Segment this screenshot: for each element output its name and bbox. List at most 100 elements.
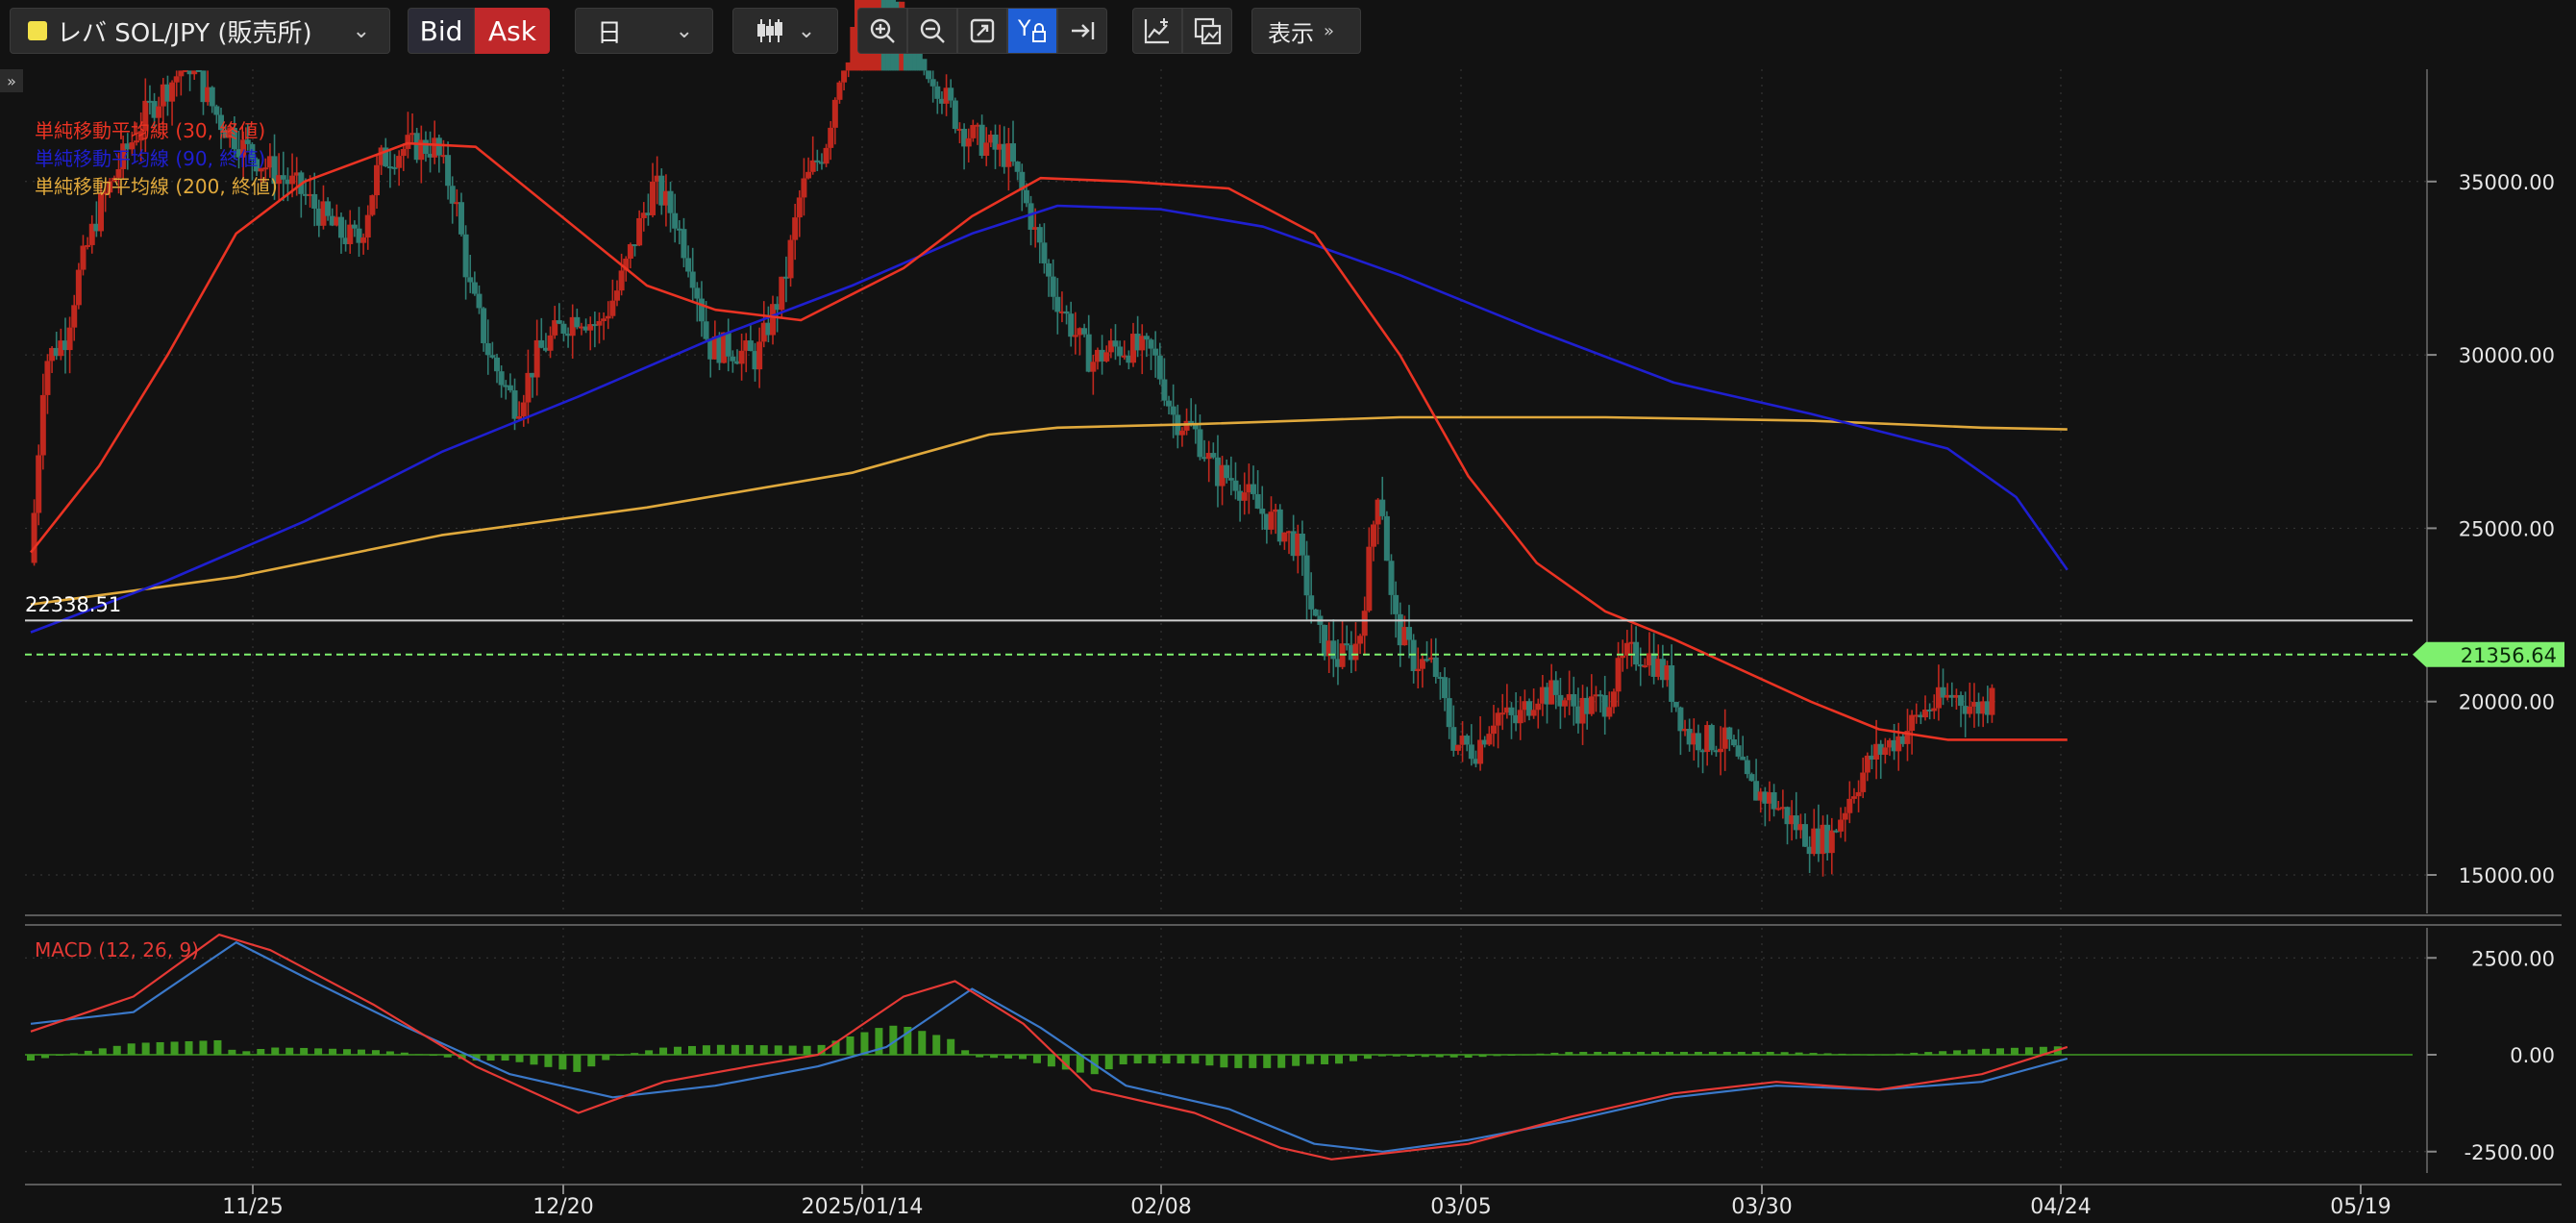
histogram-bar	[300, 1047, 309, 1055]
candle-body	[484, 342, 491, 356]
candle-body	[1744, 760, 1750, 775]
scroll-to-latest-button[interactable]	[1057, 8, 1107, 54]
histogram-bar	[127, 1043, 136, 1055]
image-save-button[interactable]	[1182, 8, 1232, 54]
histogram-bar	[1823, 1053, 1832, 1055]
candle-body	[445, 155, 452, 187]
histogram-bar	[285, 1047, 294, 1055]
candle-body	[337, 216, 344, 238]
histogram-bar	[1177, 1055, 1185, 1064]
candle-body	[66, 327, 73, 351]
histogram-bar	[1148, 1055, 1156, 1064]
candle-body	[1468, 744, 1474, 760]
candle-body	[471, 282, 478, 294]
candle-body	[364, 214, 371, 237]
histogram-bar	[645, 1050, 654, 1055]
histogram-bar	[731, 1044, 739, 1055]
candle-body	[173, 76, 180, 83]
candle-body	[1014, 162, 1021, 172]
candle-body	[85, 244, 91, 247]
zoom-in-button[interactable]	[857, 8, 907, 54]
histogram-bar	[1421, 1055, 1429, 1058]
candle-body	[458, 202, 464, 235]
candle-body	[694, 287, 701, 299]
zoom-out-button[interactable]	[907, 8, 957, 54]
ask-button[interactable]: Ask	[475, 8, 550, 54]
histogram-bar	[1507, 1055, 1516, 1056]
candle-body	[1170, 406, 1177, 415]
histogram-bar	[1277, 1055, 1286, 1068]
candle-body	[498, 371, 505, 386]
candle-body	[1344, 643, 1350, 646]
y-axis-lock-button[interactable]: Y	[1007, 8, 1057, 54]
candle-body	[1730, 738, 1737, 746]
symbol-select[interactable]: レバ SOL/JPY (販売所) ⌄	[10, 8, 390, 54]
histogram-bar	[501, 1055, 509, 1061]
bid-button[interactable]: Bid	[408, 8, 475, 54]
display-menu[interactable]: 表示 »	[1251, 8, 1361, 54]
x-tick-label: 03/05	[1430, 1195, 1491, 1219]
histogram-bar	[213, 1039, 222, 1055]
collapse-panel-button[interactable]: »	[0, 69, 23, 92]
candle-body	[1036, 227, 1043, 243]
legend-macd: MACD (12, 26, 9)	[35, 938, 199, 961]
histogram-bar	[1953, 1050, 1962, 1055]
candle-body	[396, 156, 403, 168]
histogram-bar	[343, 1049, 352, 1055]
candle-body	[476, 293, 483, 309]
candle-body	[836, 82, 843, 100]
candle-body	[1357, 636, 1364, 644]
histogram-bar	[1895, 1053, 1904, 1055]
candle-body	[1072, 335, 1078, 337]
candle-body	[1748, 774, 1755, 782]
candle-body	[556, 320, 562, 324]
candle-body	[1846, 798, 1853, 813]
candle-body	[1562, 700, 1569, 707]
legend-label: 単純移動平均線 (30, 終値)	[35, 119, 266, 142]
candle-body	[311, 193, 318, 209]
histogram-bar	[1406, 1055, 1415, 1058]
timeframe-select[interactable]: 日 ⌄	[575, 8, 713, 54]
candle-body	[601, 318, 607, 321]
candle-body	[779, 276, 785, 311]
candle-body	[1486, 734, 1493, 745]
histogram-bar	[1018, 1055, 1027, 1060]
chart-type-select[interactable]: ⌄	[732, 8, 838, 54]
candle-body	[1958, 694, 1965, 707]
histogram-bar	[400, 1052, 409, 1055]
histogram-bar	[271, 1047, 280, 1055]
histogram-bar	[1795, 1052, 1803, 1055]
candle-body	[1442, 677, 1449, 699]
candle-body	[1642, 665, 1648, 668]
histogram-bar	[69, 1053, 78, 1055]
indicator-add-icon	[1144, 18, 1169, 44]
add-indicator-button[interactable]	[1132, 8, 1182, 54]
candle-body	[369, 195, 376, 215]
candle-body	[1210, 453, 1217, 458]
candle-body	[1855, 791, 1862, 797]
symbol-label: レバ SOL/JPY (販売所)	[57, 18, 312, 48]
chart-canvas[interactable]: 11/25 12/20 2025/01/14 02/08 03/05 03/30 04/24…	[0, 0, 2576, 1223]
candle-body	[1860, 772, 1867, 792]
histogram-bar	[1249, 1055, 1257, 1068]
histogram-bar	[414, 1054, 423, 1056]
y-tick-label: 0.00	[2510, 1044, 2555, 1067]
histogram-bar	[774, 1045, 782, 1055]
histogram-bar	[40, 1055, 49, 1059]
candle-body	[1967, 706, 1973, 714]
candle-body	[360, 237, 367, 243]
candle-body	[494, 357, 501, 372]
histogram-bar	[1924, 1052, 1933, 1055]
histogram-bar	[141, 1042, 150, 1055]
candle-body	[1726, 727, 1733, 739]
histogram-bar	[918, 1031, 927, 1055]
candle-body	[1432, 657, 1439, 678]
candle-body	[756, 341, 763, 370]
candle-body	[462, 234, 469, 278]
fit-screen-button[interactable]	[957, 8, 1007, 54]
candle-body	[1178, 430, 1185, 436]
candle-body	[98, 193, 105, 232]
histogram-bar	[443, 1055, 452, 1058]
histogram-bar	[1349, 1055, 1357, 1061]
candle-body	[828, 127, 834, 148]
